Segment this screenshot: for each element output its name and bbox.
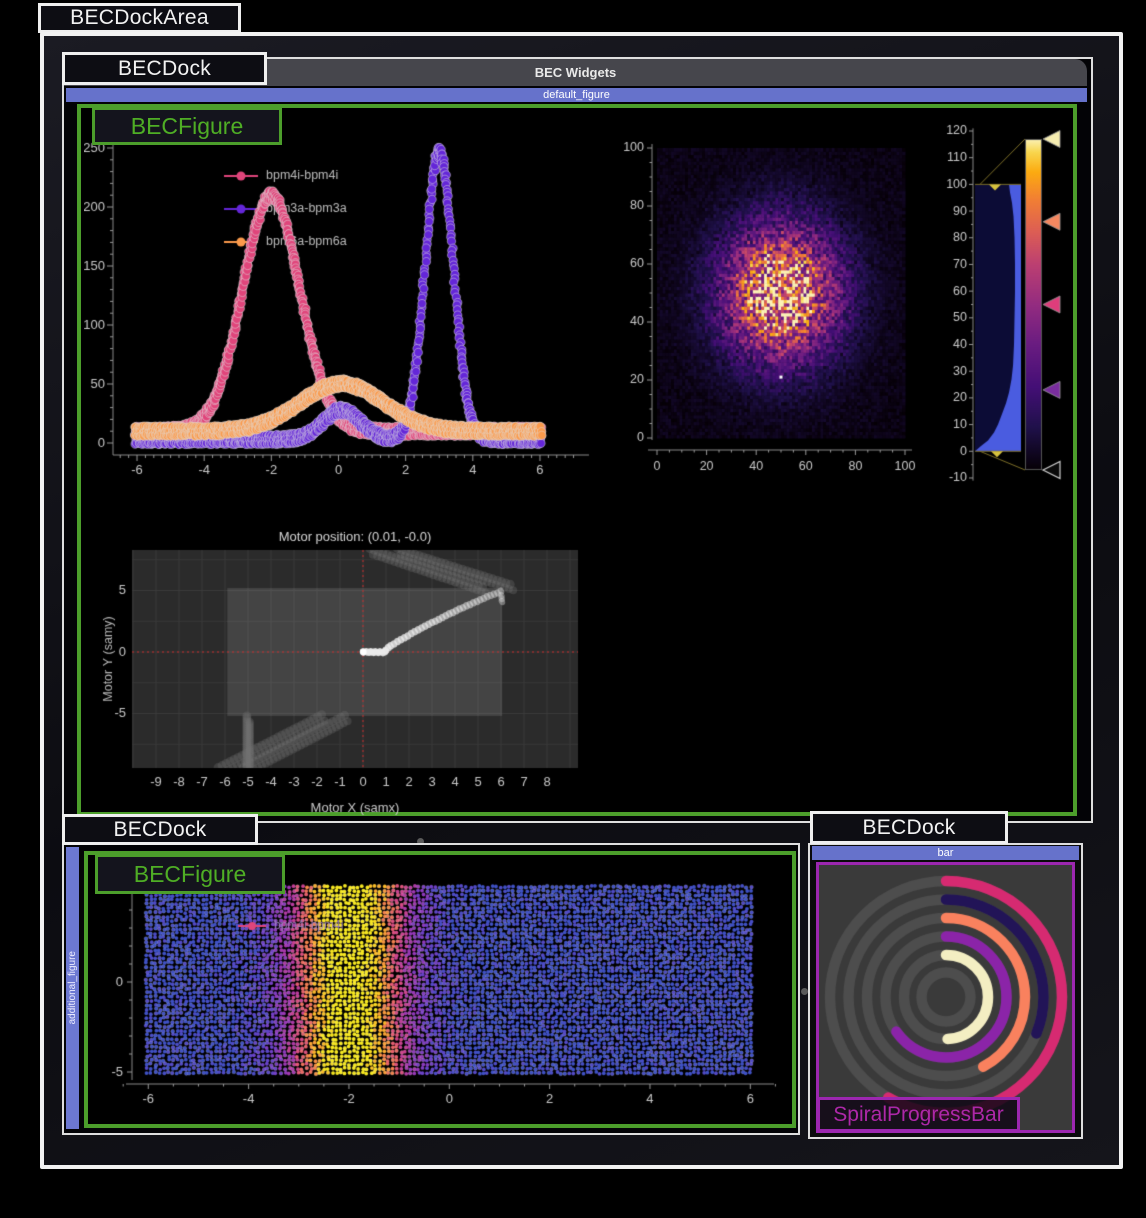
histogram-lut-widget[interactable] xyxy=(933,116,1072,502)
dockarea-label: BECDockArea xyxy=(38,3,241,33)
spiral-progress-debug-label: SpiralProgressBar xyxy=(817,1097,1020,1132)
dock-additional-title: additional_figure xyxy=(67,951,78,1024)
image-plot[interactable] xyxy=(612,120,947,485)
waveform-plot[interactable] xyxy=(84,112,604,490)
figure-main-debug-label: BECFigure xyxy=(92,107,282,145)
figure-additional-debug-label: BECFigure xyxy=(95,854,285,894)
spiral-progress-rings[interactable] xyxy=(820,866,1071,1129)
dock-main-title: default_figure xyxy=(543,89,610,101)
dock-bar-title: bar xyxy=(938,847,954,859)
dock-bar-debug-label: BECDock xyxy=(810,811,1008,844)
motor-map-plot[interactable] xyxy=(98,524,590,819)
dock-additional-title-bar[interactable]: additional_figure xyxy=(66,847,79,1129)
dock-main-debug-label: BECDock xyxy=(62,52,267,85)
tab-bec-widgets-label: BEC Widgets xyxy=(535,65,617,80)
dock-bar-title-bar[interactable]: bar xyxy=(812,846,1079,860)
waterfall-plot[interactable] xyxy=(90,858,790,1122)
dock-additional-debug-label: BECDock xyxy=(62,814,258,845)
dock-main-title-bar[interactable]: default_figure xyxy=(66,88,1087,102)
splitter-handle-vertical[interactable] xyxy=(801,988,808,995)
